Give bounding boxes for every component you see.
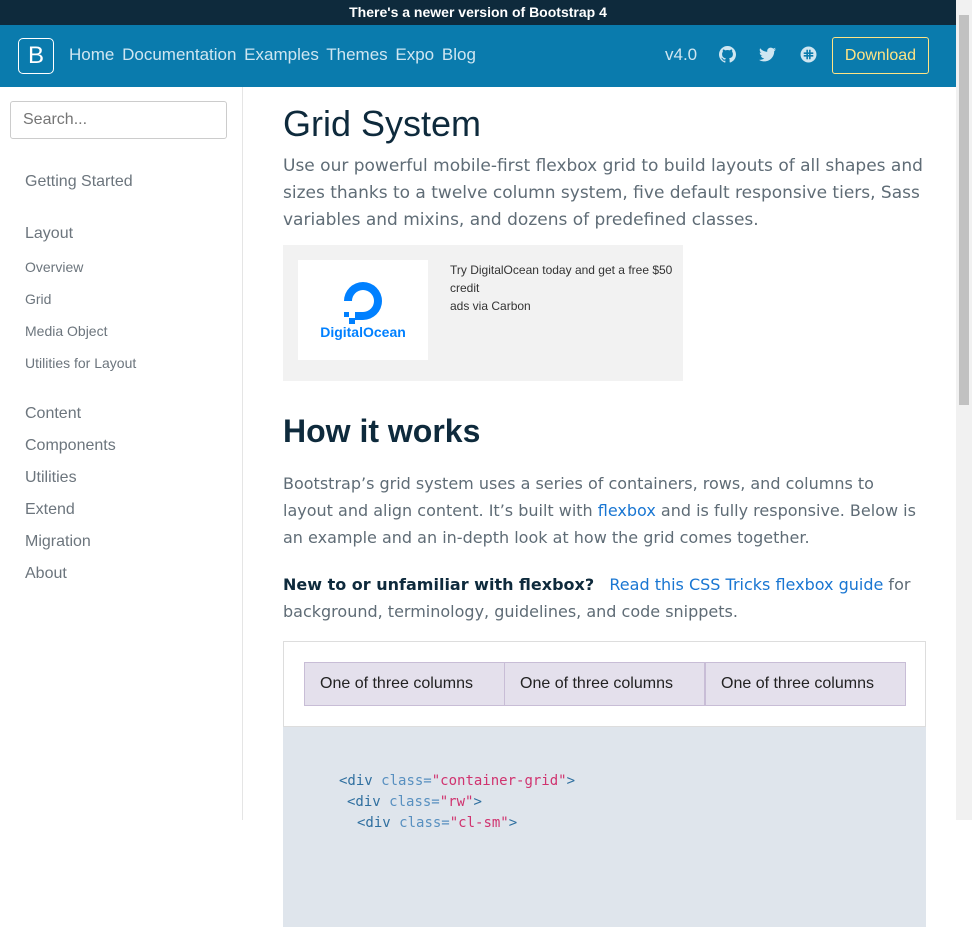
sidebar-item-content[interactable]: Content <box>25 405 81 423</box>
code-line: <div class="container-grid"> <box>339 773 576 789</box>
code-line: <div class="cl-sm"> <box>357 815 518 831</box>
page-title: Grid System <box>283 103 482 144</box>
version-dropdown[interactable]: v4.0 <box>665 45 697 65</box>
version-banner[interactable]: There's a newer version of Bootstrap 4 <box>0 0 956 25</box>
code-line: <div class="rw"> <box>347 794 482 810</box>
grid-column: One of three columns <box>705 662 906 706</box>
nav-link-themes[interactable]: Themes <box>326 45 387 64</box>
digitalocean-logo[interactable]: DigitalOcean <box>298 260 428 360</box>
grid-column: One of three columns <box>304 662 505 706</box>
scrollbar-thumb[interactable] <box>959 15 969 405</box>
nav-link-home[interactable]: Home <box>69 45 114 64</box>
grid-example: One of three columns One of three column… <box>283 641 926 727</box>
sidebar: Getting Started Layout Overview Grid Med… <box>0 87 243 820</box>
flexbox-tip-paragraph: New to or unfamiliar with flexbox? Read … <box>283 571 926 625</box>
css-tricks-link[interactable]: Read this CSS Tricks flexbox guide <box>609 575 883 594</box>
digitalocean-icon <box>344 282 382 324</box>
flexbox-tip-label: New to or unfamiliar with flexbox? <box>283 575 595 594</box>
digitalocean-wordmark: DigitalOcean <box>320 324 406 340</box>
ad-via-carbon[interactable]: ads via Carbon <box>450 297 675 315</box>
nav-links: Home Documentation Examples Themes Expo … <box>69 45 479 65</box>
sidebar-item-utilities[interactable]: Utilities <box>25 469 77 487</box>
nav-link-examples[interactable]: Examples <box>244 45 319 64</box>
carbon-ad[interactable]: DigitalOcean Try DigitalOcean today and … <box>283 245 683 381</box>
nav-link-expo[interactable]: Expo <box>395 45 434 64</box>
sidebar-item-utilities-for-layout[interactable]: Utilities for Layout <box>25 355 136 371</box>
sidebar-item-grid[interactable]: Grid <box>25 291 51 307</box>
slack-icon[interactable] <box>800 46 817 63</box>
sidebar-item-overview[interactable]: Overview <box>25 259 83 275</box>
sidebar-item-extend[interactable]: Extend <box>25 501 75 519</box>
twitter-icon[interactable] <box>759 46 776 63</box>
nav-link-documentation[interactable]: Documentation <box>122 45 236 64</box>
flexbox-link[interactable]: flexbox <box>598 501 656 520</box>
sidebar-item-components[interactable]: Components <box>25 437 116 455</box>
sidebar-item-getting-started[interactable]: Getting Started <box>25 173 133 191</box>
sidebar-item-media-object[interactable]: Media Object <box>25 323 107 339</box>
version-banner-text: There's a newer version of Bootstrap 4 <box>349 4 607 20</box>
sidebar-item-about[interactable]: About <box>25 565 67 583</box>
sidebar-item-migration[interactable]: Migration <box>25 533 91 551</box>
code-block: <div class="container-grid"> <div class=… <box>283 727 926 927</box>
sidebar-item-layout[interactable]: Layout <box>25 225 73 243</box>
download-button[interactable]: Download <box>832 37 929 74</box>
lead-paragraph: Use our powerful mobile-first flexbox gr… <box>283 156 923 230</box>
top-navbar: B Home Documentation Examples Themes Exp… <box>0 25 956 87</box>
github-icon[interactable] <box>719 46 736 63</box>
grid-column: One of three columns <box>504 662 705 706</box>
bootstrap-logo[interactable]: B <box>18 38 54 74</box>
ad-text: Try DigitalOcean today and get a free $5… <box>450 261 675 315</box>
nav-link-blog[interactable]: Blog <box>442 45 476 64</box>
how-it-works-paragraph: Bootstrap’s grid system uses a series of… <box>283 470 926 551</box>
ad-description[interactable]: Try DigitalOcean today and get a free $5… <box>450 261 675 297</box>
section-heading-how-it-works: How it works <box>283 413 481 449</box>
search-input[interactable] <box>10 101 227 139</box>
